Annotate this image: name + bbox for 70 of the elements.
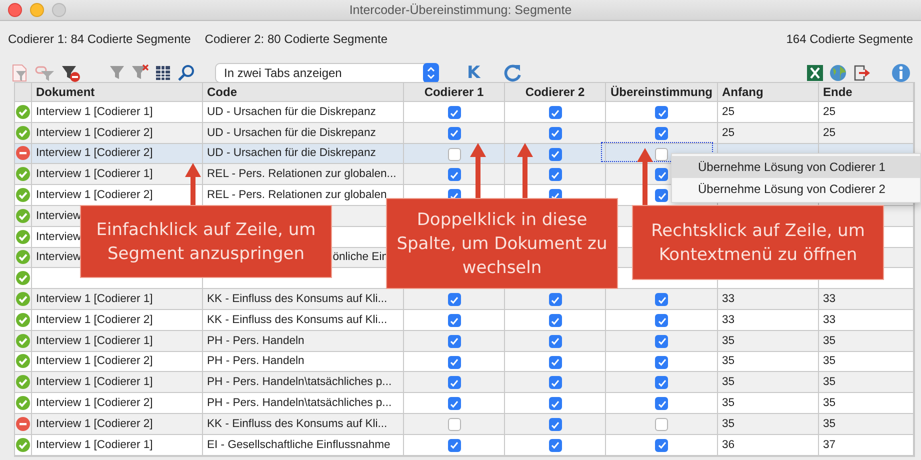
table-cell: KK - Einfluss des Konsums auf Kli... xyxy=(207,418,388,430)
table-cell: KK - Einfluss des Konsums auf Kli... xyxy=(207,293,388,306)
table-cell: PH - Pers. Handeln xyxy=(207,334,304,347)
table-cell: 36 xyxy=(722,438,735,451)
table-cell: REL - Pers. Relationen zur globalen... xyxy=(207,168,396,180)
callout-tooltip: Einfachklick auf Zeile, um Segment anzuspringen xyxy=(80,205,332,278)
total-summary: 164 Codierte Segmente xyxy=(786,32,913,46)
callout-tooltip: Rechtsklick auf Zeile, um Kontextmenü zu öffnen xyxy=(632,205,884,280)
table-row[interactable]: Interview 1 [Codierer 1] PH - Pers. Handeln 35 35 xyxy=(14,330,913,352)
table-cell: 35 xyxy=(722,355,735,368)
table-cell: Interview 1 [Codierer 2] xyxy=(36,418,153,430)
table-cell: REL - Pers. Relationen zur globalen xyxy=(207,189,387,202)
table-cell: Interview 1 [Codierer 1] xyxy=(36,106,153,118)
table-row[interactable]: Interview 1 [Codierer 2] PH - Pers. Handeln\tatsächliches p... 35 35 xyxy=(14,392,913,414)
table-cell: Interview 1 [Codierer 1] xyxy=(36,376,153,388)
table-cell: 35 xyxy=(823,355,836,368)
table-cell: 35 xyxy=(823,376,836,388)
table-cell: Interview 1 [Codierer 1] xyxy=(36,168,153,180)
table-cell: KK - Einfluss des Konsums auf Kli... xyxy=(207,314,388,326)
coder-summary: Codierer 1: 84 Codierte Segmente xyxy=(8,32,191,46)
table-cell: UD - Ursachen für die Diskrepanz xyxy=(207,147,376,160)
table-cell: Interview 1 [Codierer 1] xyxy=(36,438,153,451)
table-cell: Interview 1 [Codierer 1] xyxy=(36,293,153,306)
table-cell: 35 xyxy=(722,397,735,410)
table-cell: 35 xyxy=(823,334,836,347)
callout-tooltip: Doppelklick in diese Spalte, um Dokument zu wechseln xyxy=(386,198,618,289)
table-row[interactable]: Interview 1 [Codierer 1] UD - Ursachen für die Diskrepanz 25 25 xyxy=(14,102,913,122)
table-row[interactable]: Interview 1 [Codierer 2] UD - Ursachen für die Diskrepanz 25 25 xyxy=(14,122,913,144)
table-cell: 33 xyxy=(823,314,836,326)
table-row[interactable]: Interview 1 [Codierer 2] KK - Einfluss des Konsums auf Kli... 35 35 xyxy=(14,413,913,434)
table-cell: 25 xyxy=(722,106,735,118)
table-cell: Interview 1 [Codierer 2] xyxy=(36,314,153,326)
table-cell: Interview xyxy=(36,230,82,243)
menu-item[interactable]: Übernehme Lösung von Codierer 1 xyxy=(672,156,920,178)
table-cell: 33 xyxy=(823,293,836,306)
table-cell: Interview xyxy=(36,251,82,264)
table-cell: Interview 1 [Codierer 2] xyxy=(36,126,153,139)
table-cell: 37 xyxy=(823,438,836,451)
table-cell: 35 xyxy=(722,334,735,347)
table-row[interactable]: Interview 1 [Codierer 1] PH - Pers. Handeln\tatsächliches p... 35 35 xyxy=(14,372,913,393)
table-row[interactable]: Interview 1 [Codierer 2] PH - Pers. Handeln 35 35 xyxy=(14,351,913,372)
table-cell: 33 xyxy=(722,293,735,306)
table-cell: 33 xyxy=(722,314,735,326)
table-cell: Interview 1 [Codierer 2] xyxy=(36,189,153,202)
table-cell: Interview xyxy=(36,210,82,222)
table-cell: Interview 1 [Codierer 1] xyxy=(36,334,153,347)
coder-summary: Codierer 2: 80 Codierte Segmente xyxy=(204,32,388,46)
table-cell: 35 xyxy=(823,418,836,430)
table-cell: 35 xyxy=(722,376,735,388)
table-cell: 25 xyxy=(722,126,735,139)
table-row[interactable]: Interview 1 [Codierer 1] EI - Gesellschaftliche Einflussnahme 36 37 xyxy=(14,434,913,456)
table-cell: PH - Pers. Handeln xyxy=(207,355,304,368)
table-cell: Interview 1 [Codierer 2] xyxy=(36,397,153,410)
table-cell: 35 xyxy=(722,418,735,430)
table-cell: UD - Ursachen für die Diskrepanz xyxy=(207,126,376,139)
column-header[interactable]: Code xyxy=(207,85,237,99)
table-cell: PH - Pers. Handeln\tatsächliches p... xyxy=(207,376,392,388)
table-cell: PH - Pers. Handeln\tatsächliches p... xyxy=(207,397,392,410)
table-row[interactable]: Interview 1 [Codierer 2] KK - Einfluss des Konsums auf Kli... 33 33 xyxy=(14,309,913,330)
table-cell: Interview 1 [Codierer 2] xyxy=(36,147,153,160)
table-cell: 25 xyxy=(823,106,836,118)
table-cell: 25 xyxy=(823,126,836,139)
view-dropdown[interactable]: In zwei Tabs anzeigen xyxy=(215,63,439,83)
window-title: Intercoder-Übereinstimmung: Segmente xyxy=(349,3,572,17)
table-cell: 35 xyxy=(823,397,836,410)
table-row[interactable]: Interview 1 [Codierer 1] KK - Einfluss des Konsums auf Kli... 33 33 xyxy=(14,288,913,310)
k-button[interactable]: K xyxy=(467,63,480,83)
table-cell: UD - Ursachen für die Diskrepanz xyxy=(207,106,376,118)
table-cell: EI - Gesellschaftliche Einflussnahme xyxy=(207,438,390,451)
table-cell: Interview 1 [Codierer 2] xyxy=(36,355,153,368)
